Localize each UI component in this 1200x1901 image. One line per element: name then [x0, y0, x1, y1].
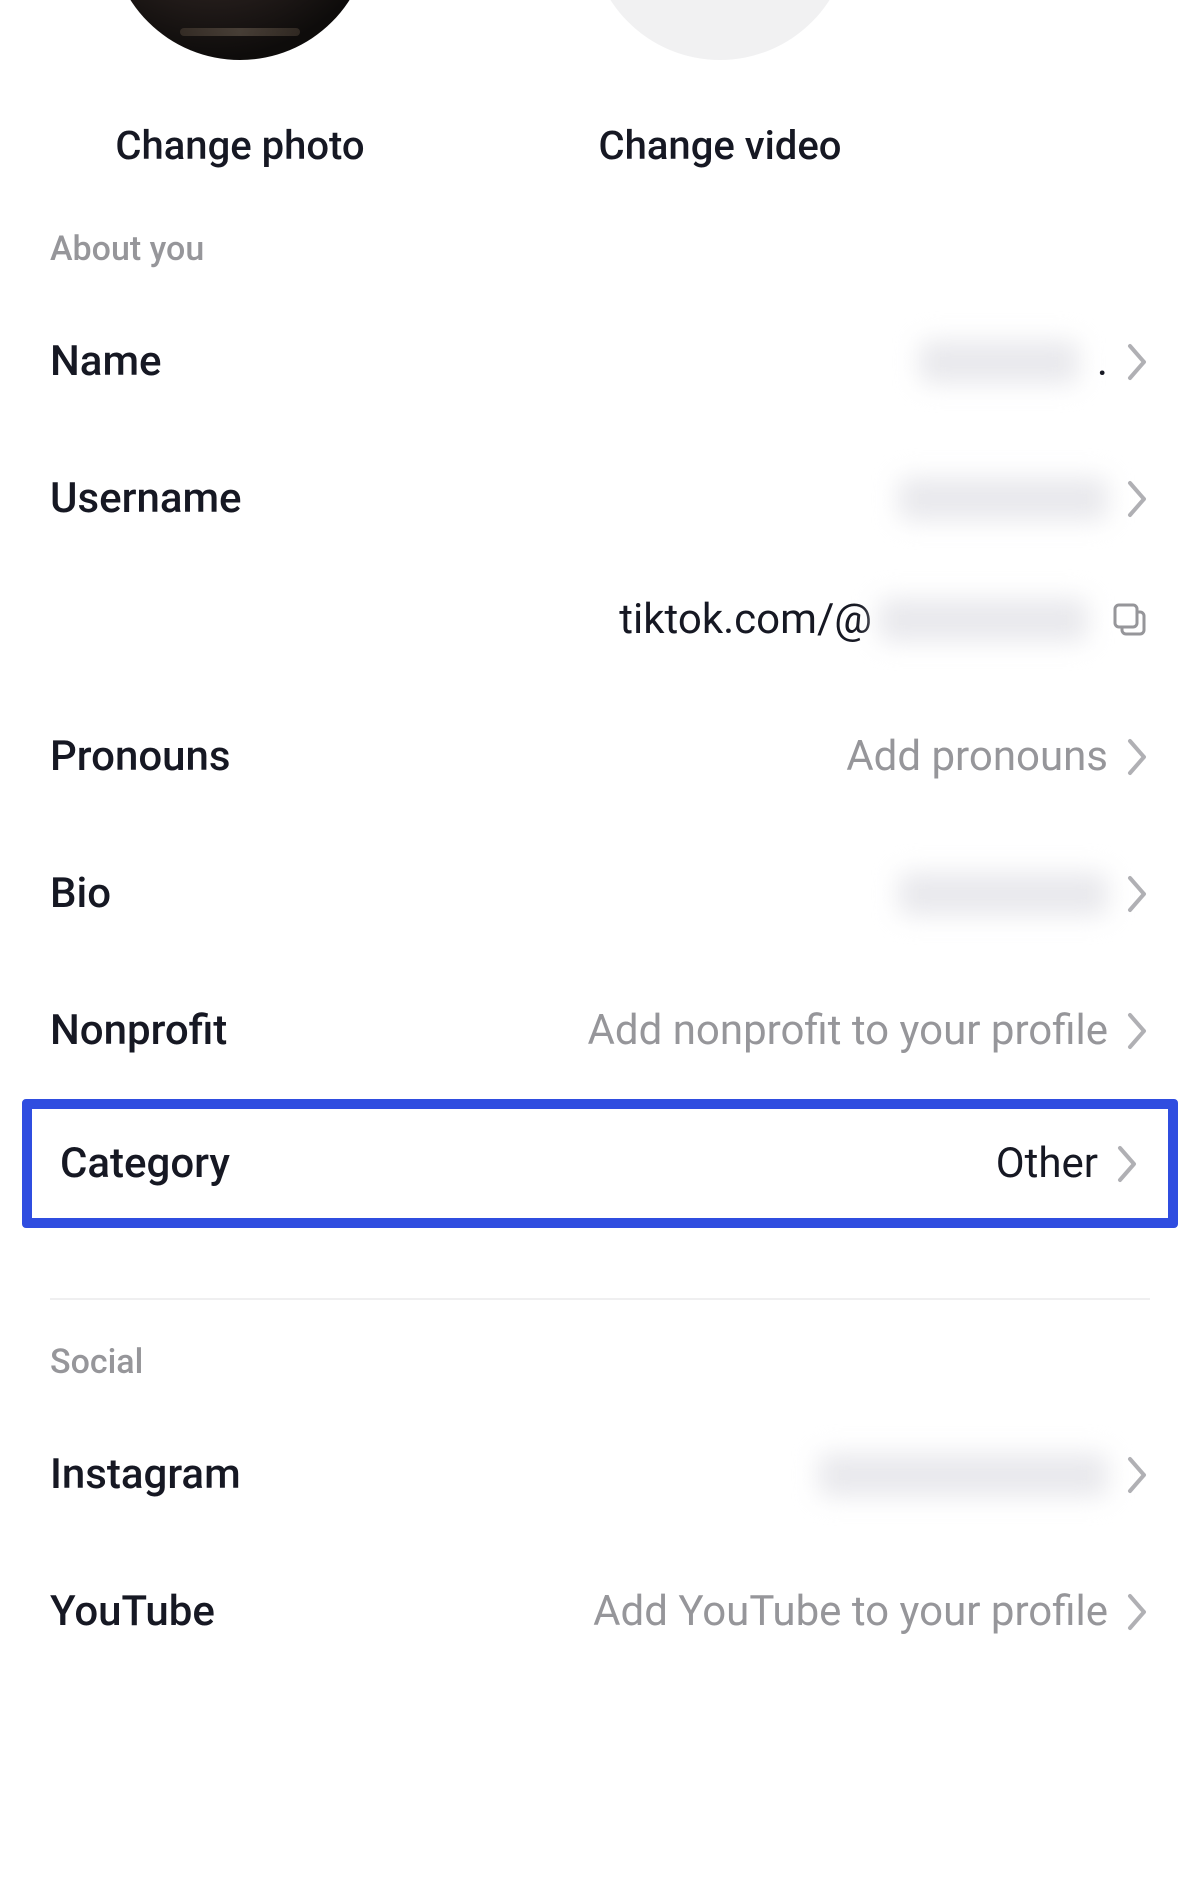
profile-url-prefix: tiktok.com/@ — [619, 595, 872, 644]
row-username[interactable]: Username — [0, 430, 1200, 567]
row-category[interactable]: Category Other — [32, 1109, 1168, 1218]
name-label: Name — [50, 337, 162, 386]
row-youtube[interactable]: YouTube Add YouTube to your profile — [0, 1543, 1200, 1680]
profile-url: tiktok.com/@ — [619, 595, 1088, 644]
row-profile-url: tiktok.com/@ — [0, 567, 1200, 688]
chevron-right-icon — [1126, 1011, 1150, 1051]
chevron-right-icon — [1126, 1455, 1150, 1495]
youtube-placeholder: Add YouTube to your profile — [593, 1587, 1108, 1636]
name-value — [919, 340, 1079, 384]
bio-label: Bio — [50, 869, 111, 918]
change-photo-label: Change photo — [115, 122, 364, 169]
profile-photo-avatar — [110, 0, 370, 60]
profile-url-username — [878, 598, 1088, 642]
row-pronouns[interactable]: Pronouns Add pronouns — [0, 688, 1200, 825]
instagram-value — [818, 1453, 1108, 1497]
chevron-right-icon — [1126, 1592, 1150, 1632]
nonprofit-label: Nonprofit — [50, 1006, 227, 1055]
chevron-right-icon — [1126, 342, 1150, 382]
name-value-suffix: . — [1097, 337, 1108, 386]
row-bio[interactable]: Bio — [0, 825, 1200, 962]
copy-icon[interactable] — [1110, 600, 1150, 640]
profile-video-avatar — [590, 0, 850, 60]
username-label: Username — [50, 474, 242, 523]
chevron-right-icon — [1126, 874, 1150, 914]
change-video-label: Change video — [599, 122, 842, 169]
category-label: Category — [60, 1139, 230, 1188]
bio-value — [898, 872, 1108, 916]
nonprofit-placeholder: Add nonprofit to your profile — [588, 1006, 1108, 1055]
pronouns-label: Pronouns — [50, 732, 231, 781]
youtube-label: YouTube — [50, 1587, 215, 1636]
chevron-right-icon — [1126, 479, 1150, 519]
profile-media-row: Change photo Change video — [0, 0, 1200, 169]
chevron-right-icon — [1116, 1144, 1140, 1184]
pronouns-placeholder: Add pronouns — [846, 732, 1108, 781]
highlight-category: Category Other — [22, 1099, 1178, 1228]
section-header-about-you: About you — [0, 169, 1200, 293]
chevron-right-icon — [1126, 737, 1150, 777]
change-photo-cell[interactable]: Change photo — [0, 0, 480, 169]
instagram-label: Instagram — [50, 1450, 241, 1499]
change-video-cell[interactable]: Change video — [480, 0, 960, 169]
row-name[interactable]: Name . — [0, 293, 1200, 430]
row-nonprofit[interactable]: Nonprofit Add nonprofit to your profile — [0, 962, 1200, 1099]
row-instagram[interactable]: Instagram — [0, 1406, 1200, 1543]
category-value: Other — [996, 1139, 1098, 1188]
edit-profile-page: Change photo Change video About you Name… — [0, 0, 1200, 1680]
username-value — [898, 477, 1108, 521]
section-header-social: Social — [0, 1300, 1200, 1406]
